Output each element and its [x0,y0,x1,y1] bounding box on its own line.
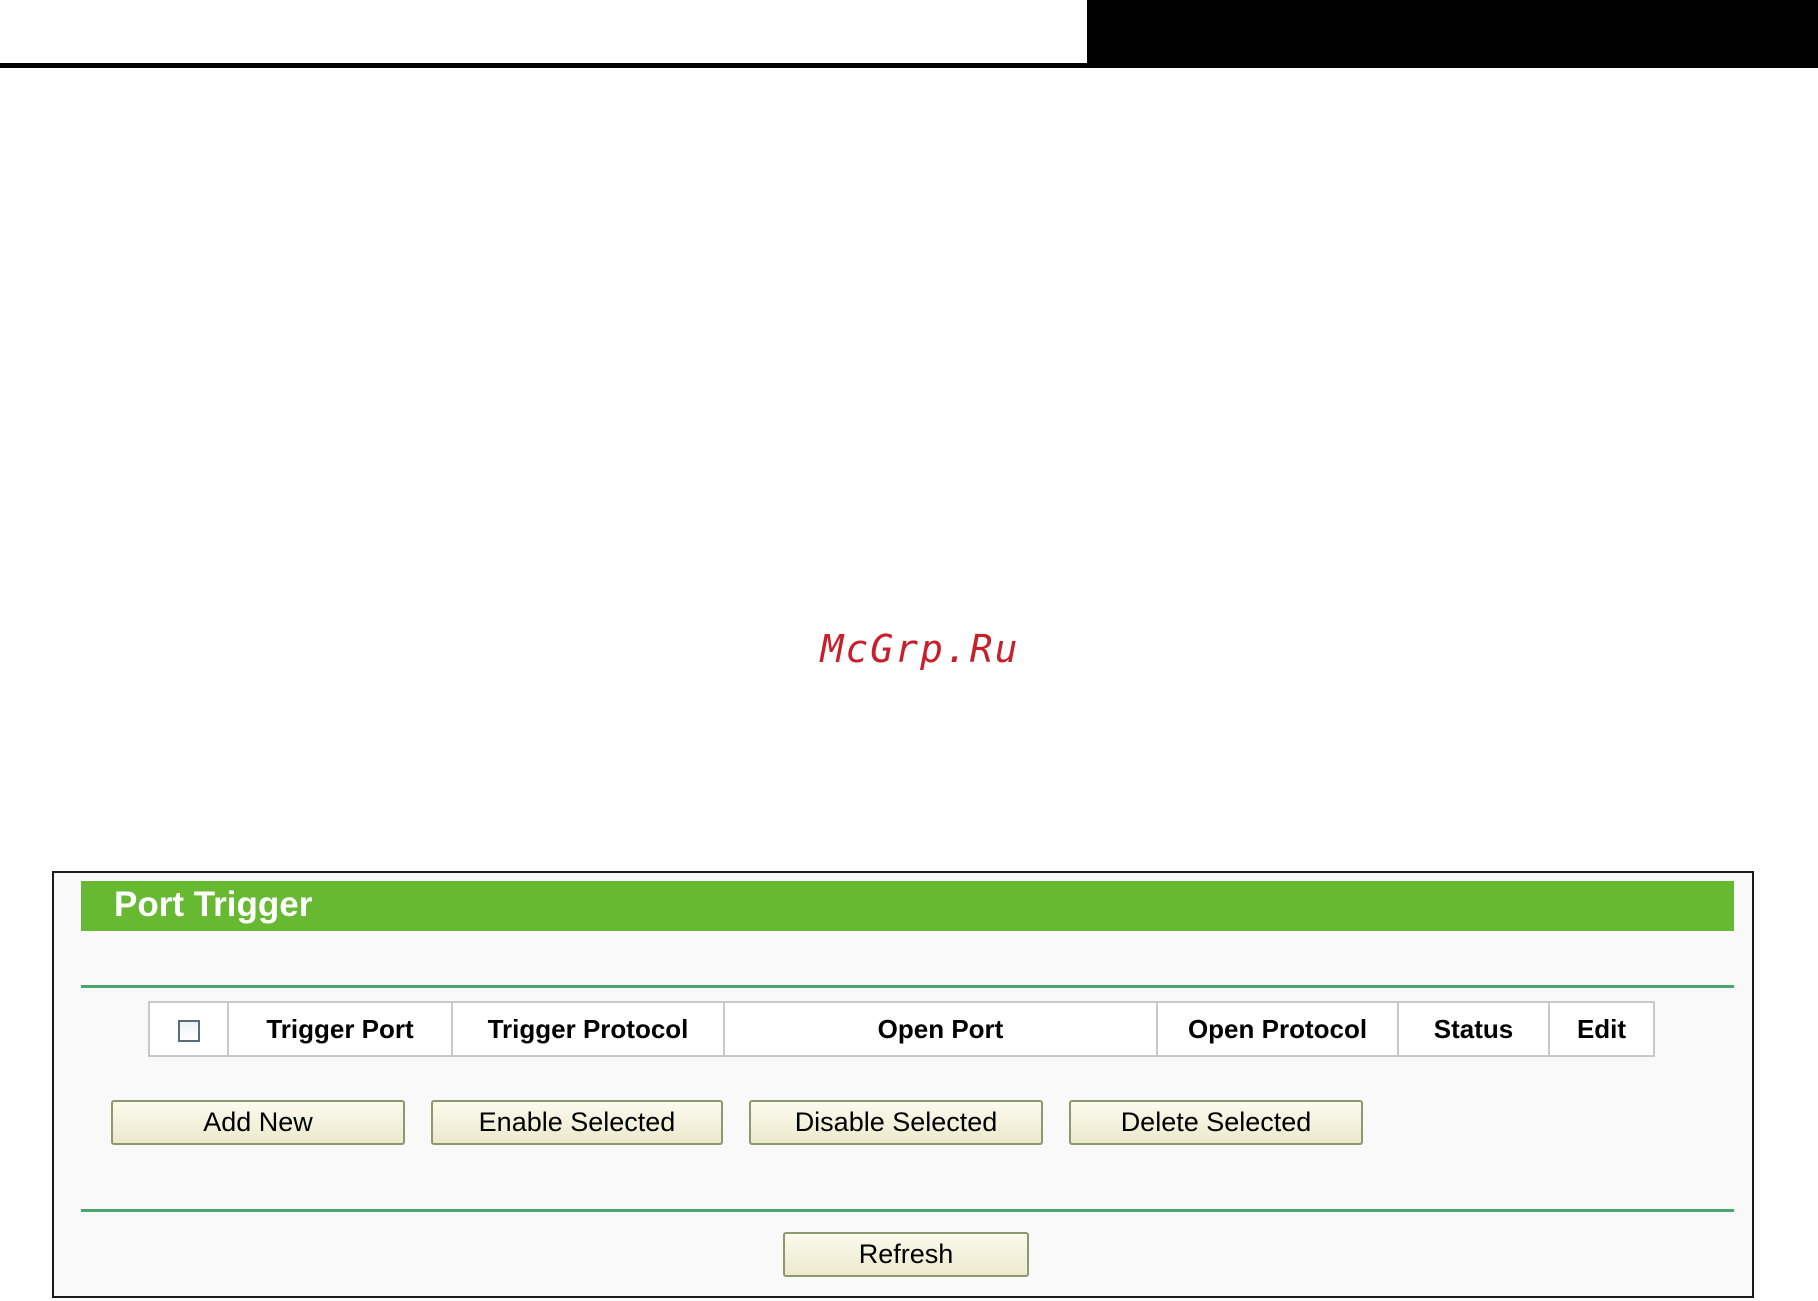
enable-selected-button[interactable]: Enable Selected [431,1100,723,1145]
refresh-button[interactable]: Refresh [783,1232,1029,1277]
delete-selected-button[interactable]: Delete Selected [1069,1100,1363,1145]
port-trigger-table: Trigger Port Trigger Protocol Open Port … [148,1001,1655,1057]
column-header-status: Status [1397,1001,1550,1057]
watermark: McGrp.Ru [820,627,1020,671]
column-header-open-protocol: Open Protocol [1156,1001,1399,1057]
add-new-button[interactable]: Add New [111,1100,405,1145]
column-header-trigger-protocol: Trigger Protocol [451,1001,725,1057]
port-trigger-panel: Port Trigger Trigger Port Trigger Protoc… [52,871,1754,1298]
column-header-edit: Edit [1548,1001,1655,1057]
select-all-cell [148,1001,229,1057]
page-header-block [1087,0,1818,68]
table-header-row: Trigger Port Trigger Protocol Open Port … [148,1001,1655,1057]
title-bar: Port Trigger [81,881,1734,931]
section-divider-bottom [81,1209,1734,1212]
disable-selected-button[interactable]: Disable Selected [749,1100,1043,1145]
column-header-trigger-port: Trigger Port [227,1001,453,1057]
select-all-checkbox[interactable] [177,1019,200,1042]
column-header-open-port: Open Port [723,1001,1158,1057]
page-title: Port Trigger [114,885,313,924]
section-divider-top [81,985,1734,988]
